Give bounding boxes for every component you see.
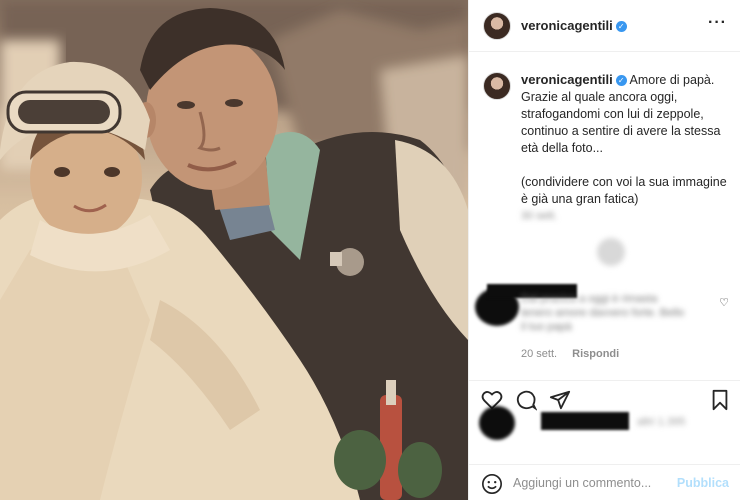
comment-text: Dal pracica a oggi è rimasta tenero amor… [521, 293, 685, 333]
post-author[interactable]: veronicagentili ✓ [521, 18, 627, 33]
reply-button[interactable]: Rispondi [572, 348, 619, 360]
verified-check-icon: ✓ [615, 21, 627, 32]
comment-input[interactable] [513, 471, 673, 495]
photo-illustration [0, 0, 468, 500]
publish-button[interactable]: Pubblica [677, 476, 729, 490]
add-comment-bar: Pubblica [469, 464, 740, 500]
emoji-smile-icon[interactable] [481, 473, 503, 495]
likes-row: altri 1.395 [469, 402, 740, 442]
more-options-icon[interactable]: ··· [708, 14, 727, 32]
likes-count[interactable]: altri 1.395 [637, 416, 685, 428]
comment-like-heart-icon[interactable]: ♡ [719, 296, 729, 309]
caption-username[interactable]: veronicagentili [521, 72, 613, 87]
post-photo[interactable] [0, 0, 468, 500]
loading-spinner-icon [597, 238, 625, 266]
comment-meta: 20 sett. Rispondi [521, 348, 631, 360]
caption-text: veronicagentili ✓ Amore di papà. Grazie a… [521, 71, 733, 208]
username-label[interactable]: veronicagentili [521, 18, 613, 33]
verified-check-icon: ✓ [615, 75, 627, 86]
caption-avatar[interactable] [483, 72, 511, 100]
liker-avatar[interactable] [479, 406, 515, 440]
post-details-panel: veronicagentili ✓ ··· veronicagentili ✓ Am… [468, 0, 740, 500]
liker-username-redacted [541, 412, 629, 430]
caption-timestamp: 30 sett. [521, 210, 558, 222]
comment-item: Dal pracica a oggi è rimasta tenero amor… [469, 280, 740, 370]
comment-timestamp: 20 sett. [521, 348, 558, 360]
avatar[interactable] [483, 12, 511, 40]
post-header: veronicagentili ✓ ··· [469, 0, 740, 52]
caption-paragraph-2: (condividere con voi la sua immagine è g… [521, 175, 727, 206]
